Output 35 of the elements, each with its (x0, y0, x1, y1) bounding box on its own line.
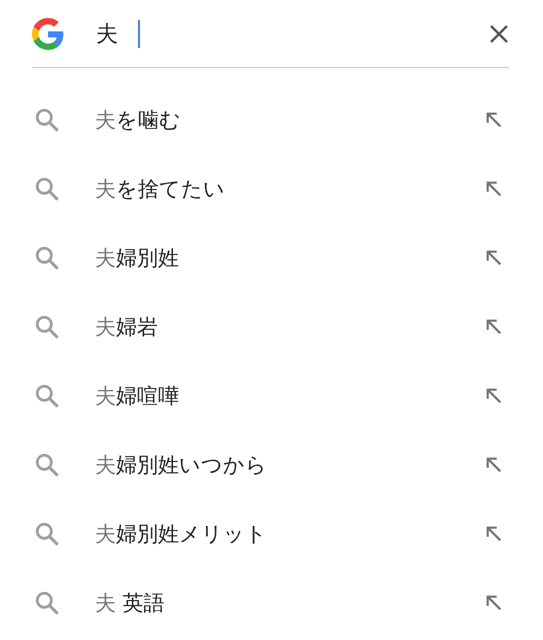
suggestion-item[interactable]: 夫婦喧嘩 (0, 361, 543, 430)
search-icon (34, 244, 60, 270)
search-icon (34, 590, 60, 616)
suggestion-text: 夫婦岩 (95, 314, 159, 340)
suggestion-item[interactable]: 夫婦別姓いつから (0, 430, 543, 499)
search-icon (34, 176, 60, 202)
search-icon (34, 382, 60, 408)
suggestion-text: 夫 英語 (95, 590, 166, 616)
suggestion-item[interactable]: 夫婦別姓 (0, 223, 543, 292)
suggestion-item[interactable]: 夫 英語 (0, 568, 543, 637)
suggestion-text: 夫婦別姓メリット (95, 520, 268, 548)
arrow-icon[interactable] (485, 456, 503, 474)
search-field[interactable]: 夫 (96, 14, 489, 54)
arrow-icon[interactable] (485, 180, 503, 198)
arrow-icon[interactable] (485, 110, 503, 128)
suggestion-text: 夫を捨てたい (95, 176, 226, 202)
search-icon (34, 314, 60, 340)
suggestion-item[interactable]: 夫を捨てたい (0, 154, 543, 223)
suggestion-text: 夫を噛む (95, 106, 182, 134)
search-icon (34, 106, 60, 132)
google-logo-icon (32, 18, 64, 50)
arrow-icon[interactable] (485, 524, 503, 542)
close-icon[interactable] (489, 24, 509, 44)
suggestion-item[interactable]: 夫を噛む (0, 85, 543, 154)
search-icon (34, 452, 60, 478)
search-icon (34, 520, 60, 546)
suggestion-text: 夫婦別姓いつから (95, 452, 268, 478)
arrow-icon[interactable] (485, 594, 503, 612)
arrow-icon[interactable] (485, 386, 503, 404)
suggestion-item[interactable]: 夫婦岩 (0, 292, 543, 361)
arrow-icon[interactable] (485, 248, 503, 266)
suggestion-text: 夫婦喧嘩 (95, 382, 180, 410)
arrow-icon[interactable] (485, 318, 503, 336)
suggestion-item[interactable]: 夫婦別姓メリット (0, 499, 543, 568)
suggestion-text: 夫婦別姓 (95, 244, 180, 272)
